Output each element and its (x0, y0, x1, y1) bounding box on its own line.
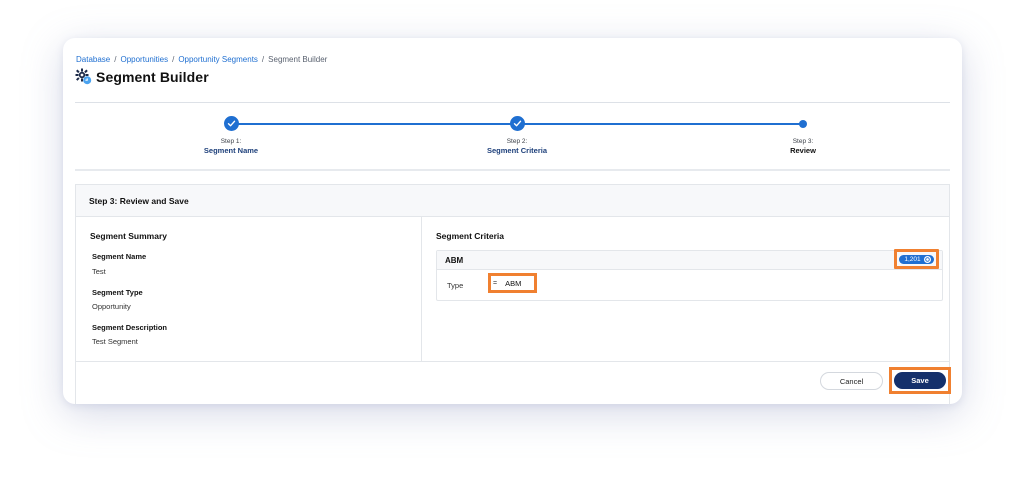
step-number: Step 1: (220, 138, 242, 145)
segment-gear-icon (75, 68, 92, 85)
criteria-group: ABM 1,201 Type = ABM (436, 249, 943, 302)
step-number: Step 3: (792, 138, 814, 145)
panel-title: Step 3: Review and Save (89, 195, 189, 206)
step-1-check-icon[interactable] (224, 116, 239, 131)
review-panel: Step 3: Review and Save Segment Summary … (75, 184, 951, 404)
stepper-divider (75, 169, 950, 171)
breadcrumb-opportunities[interactable]: Opportunities (120, 55, 168, 64)
record-count: 1,201 (904, 255, 921, 263)
criteria-rule: Type = ABM (437, 270, 942, 302)
criteria-group-name: ABM (445, 255, 464, 265)
breadcrumb-separator: / (172, 55, 175, 64)
segment-builder-card: Database / Opportunities / Opportunity Segme… (63, 38, 962, 404)
panel-header: Step 3: Review and Save (76, 185, 949, 217)
step-name: Segment Criteria (486, 146, 548, 155)
page-title: Segment Builder (96, 68, 209, 85)
step-number: Step 2: (506, 138, 528, 145)
step-3: Step 3: Review (733, 138, 873, 155)
breadcrumb: Database / Opportunities / Opportunity Segme… (76, 55, 327, 64)
criteria-group-header: ABM 1,201 (437, 249, 942, 270)
step-2-check-icon[interactable] (510, 116, 525, 131)
breadcrumb-current: Segment Builder (268, 55, 328, 64)
breadcrumb-database[interactable]: Database (76, 55, 110, 64)
panel-footer: Cancel Save (76, 361, 951, 404)
refresh-icon[interactable] (923, 255, 931, 263)
step-connector (231, 123, 517, 125)
save-highlight: Save (889, 367, 951, 394)
rule-value: ABM (505, 278, 522, 288)
breadcrumb-opportunity-segments[interactable]: Opportunity Segments (178, 55, 258, 64)
count-highlight: 1,201 (894, 249, 939, 269)
breadcrumb-separator: / (261, 55, 265, 64)
step-1[interactable]: Step 1: Segment Name (161, 138, 301, 155)
segment-criteria: Segment Criteria ABM 1,201 Type = ABM (422, 217, 949, 361)
segment-description-label: Segment Description (92, 323, 168, 332)
cancel-button[interactable]: Cancel (820, 372, 883, 390)
rule-field: Type (447, 281, 464, 290)
segment-name-value: Test (92, 267, 106, 276)
record-count-badge[interactable]: 1,201 (899, 254, 934, 264)
rule-operator: = (493, 279, 498, 287)
criteria-title: Segment Criteria (436, 231, 505, 241)
breadcrumb-separator: / (114, 55, 117, 64)
segment-type-label: Segment Type (92, 288, 143, 297)
save-button[interactable]: Save (894, 372, 946, 389)
step-2[interactable]: Step 2: Segment Criteria (447, 138, 587, 155)
step-name: Review (790, 146, 816, 155)
segment-name-label: Segment Name (92, 252, 147, 261)
summary-title: Segment Summary (90, 231, 167, 241)
step-connector (517, 123, 803, 125)
step-name: Segment Name (203, 146, 259, 155)
stepper: Step 1: Segment Name Step 2: Segment Cri… (75, 114, 950, 159)
segment-summary: Segment Summary Segment Name Test Segmen… (76, 217, 422, 361)
segment-type-value: Opportunity (92, 302, 131, 311)
segment-description-value: Test Segment (92, 337, 138, 346)
rule-value-highlight: = ABM (488, 273, 537, 293)
step-3-current-dot-icon (799, 120, 807, 128)
header-divider (75, 102, 950, 103)
page-header: Segment Builder (75, 68, 209, 85)
